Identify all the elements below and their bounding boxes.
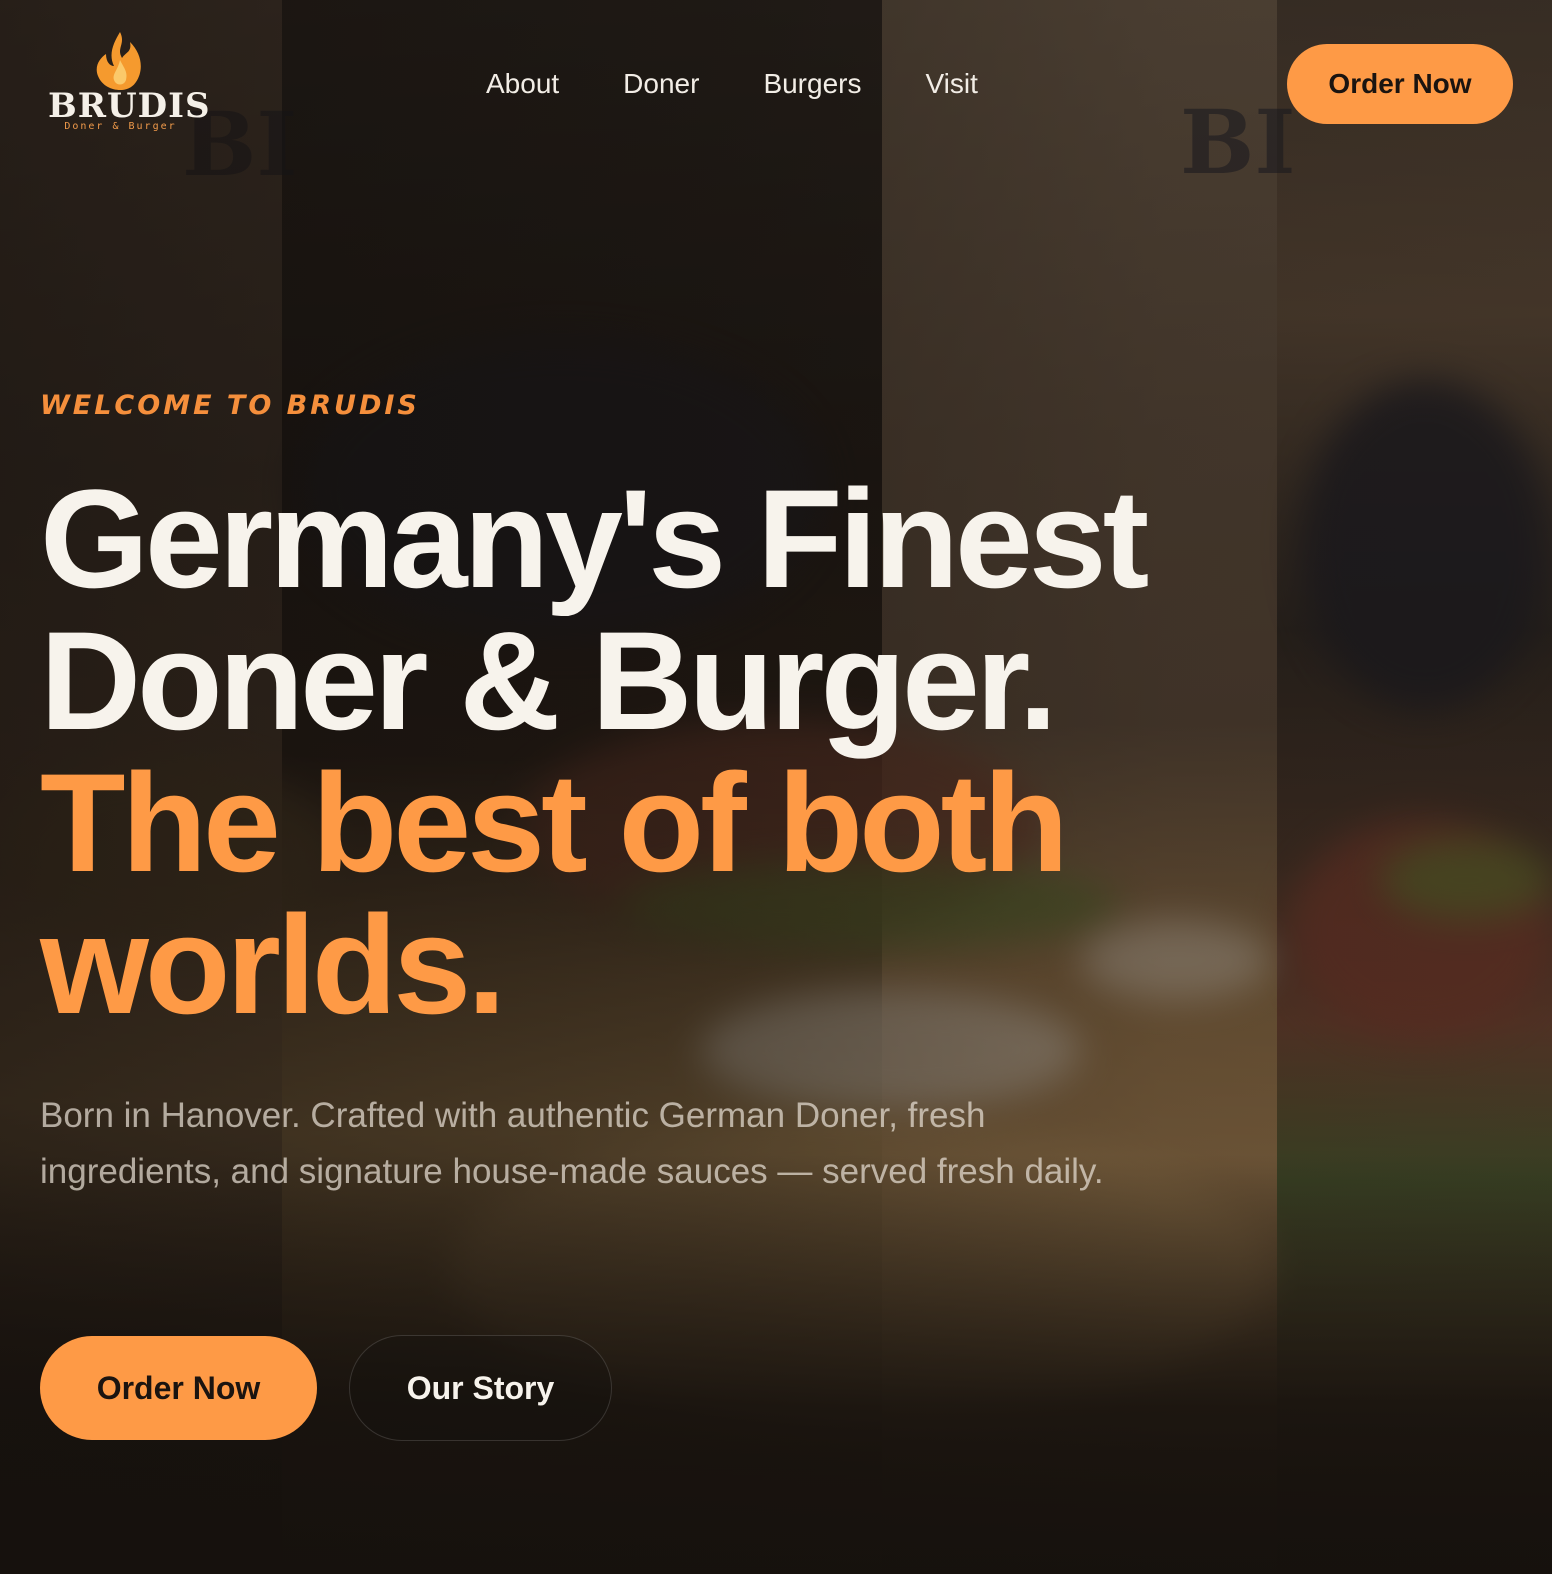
our-story-button[interactable]: Our Story bbox=[349, 1335, 612, 1441]
headline-line-2: Doner & Burger. bbox=[40, 602, 1058, 759]
top-navbar: BRUDIS Doner & Burger About Doner Burger… bbox=[0, 0, 1552, 168]
brand-tagline: Doner & Burger bbox=[64, 121, 177, 132]
brand-wordmark: BRUDIS bbox=[48, 86, 211, 126]
brand-logo[interactable]: BRUDIS Doner & Burger bbox=[48, 30, 211, 136]
headline-accent-line-2: worlds. bbox=[40, 886, 506, 1043]
nav-link-about[interactable]: About bbox=[486, 66, 559, 102]
nav-order-now-button[interactable]: Order Now bbox=[1287, 44, 1513, 124]
hero-section: BI BI BRUDIS Doner & Burger About Doner … bbox=[0, 0, 1552, 1574]
nav-link-burgers[interactable]: Burgers bbox=[763, 66, 861, 102]
hero-headline: Germany's Finest Doner & Burger. The bes… bbox=[40, 468, 1300, 1036]
hero-eyebrow: Welcome to Brudis bbox=[40, 390, 420, 421]
flame-icon bbox=[96, 32, 141, 90]
nav-link-doner[interactable]: Doner bbox=[623, 66, 699, 102]
hero-order-now-button[interactable]: Order Now bbox=[40, 1336, 317, 1440]
hero-subtext: Born in Hanover. Crafted with authentic … bbox=[40, 1096, 1104, 1191]
main-menu: About Doner Burgers Visit bbox=[486, 66, 978, 102]
headline-line-1: Germany's Finest bbox=[40, 460, 1149, 617]
nav-link-visit[interactable]: Visit bbox=[925, 66, 977, 102]
headline-accent-line-1: The best of both bbox=[40, 744, 1069, 901]
